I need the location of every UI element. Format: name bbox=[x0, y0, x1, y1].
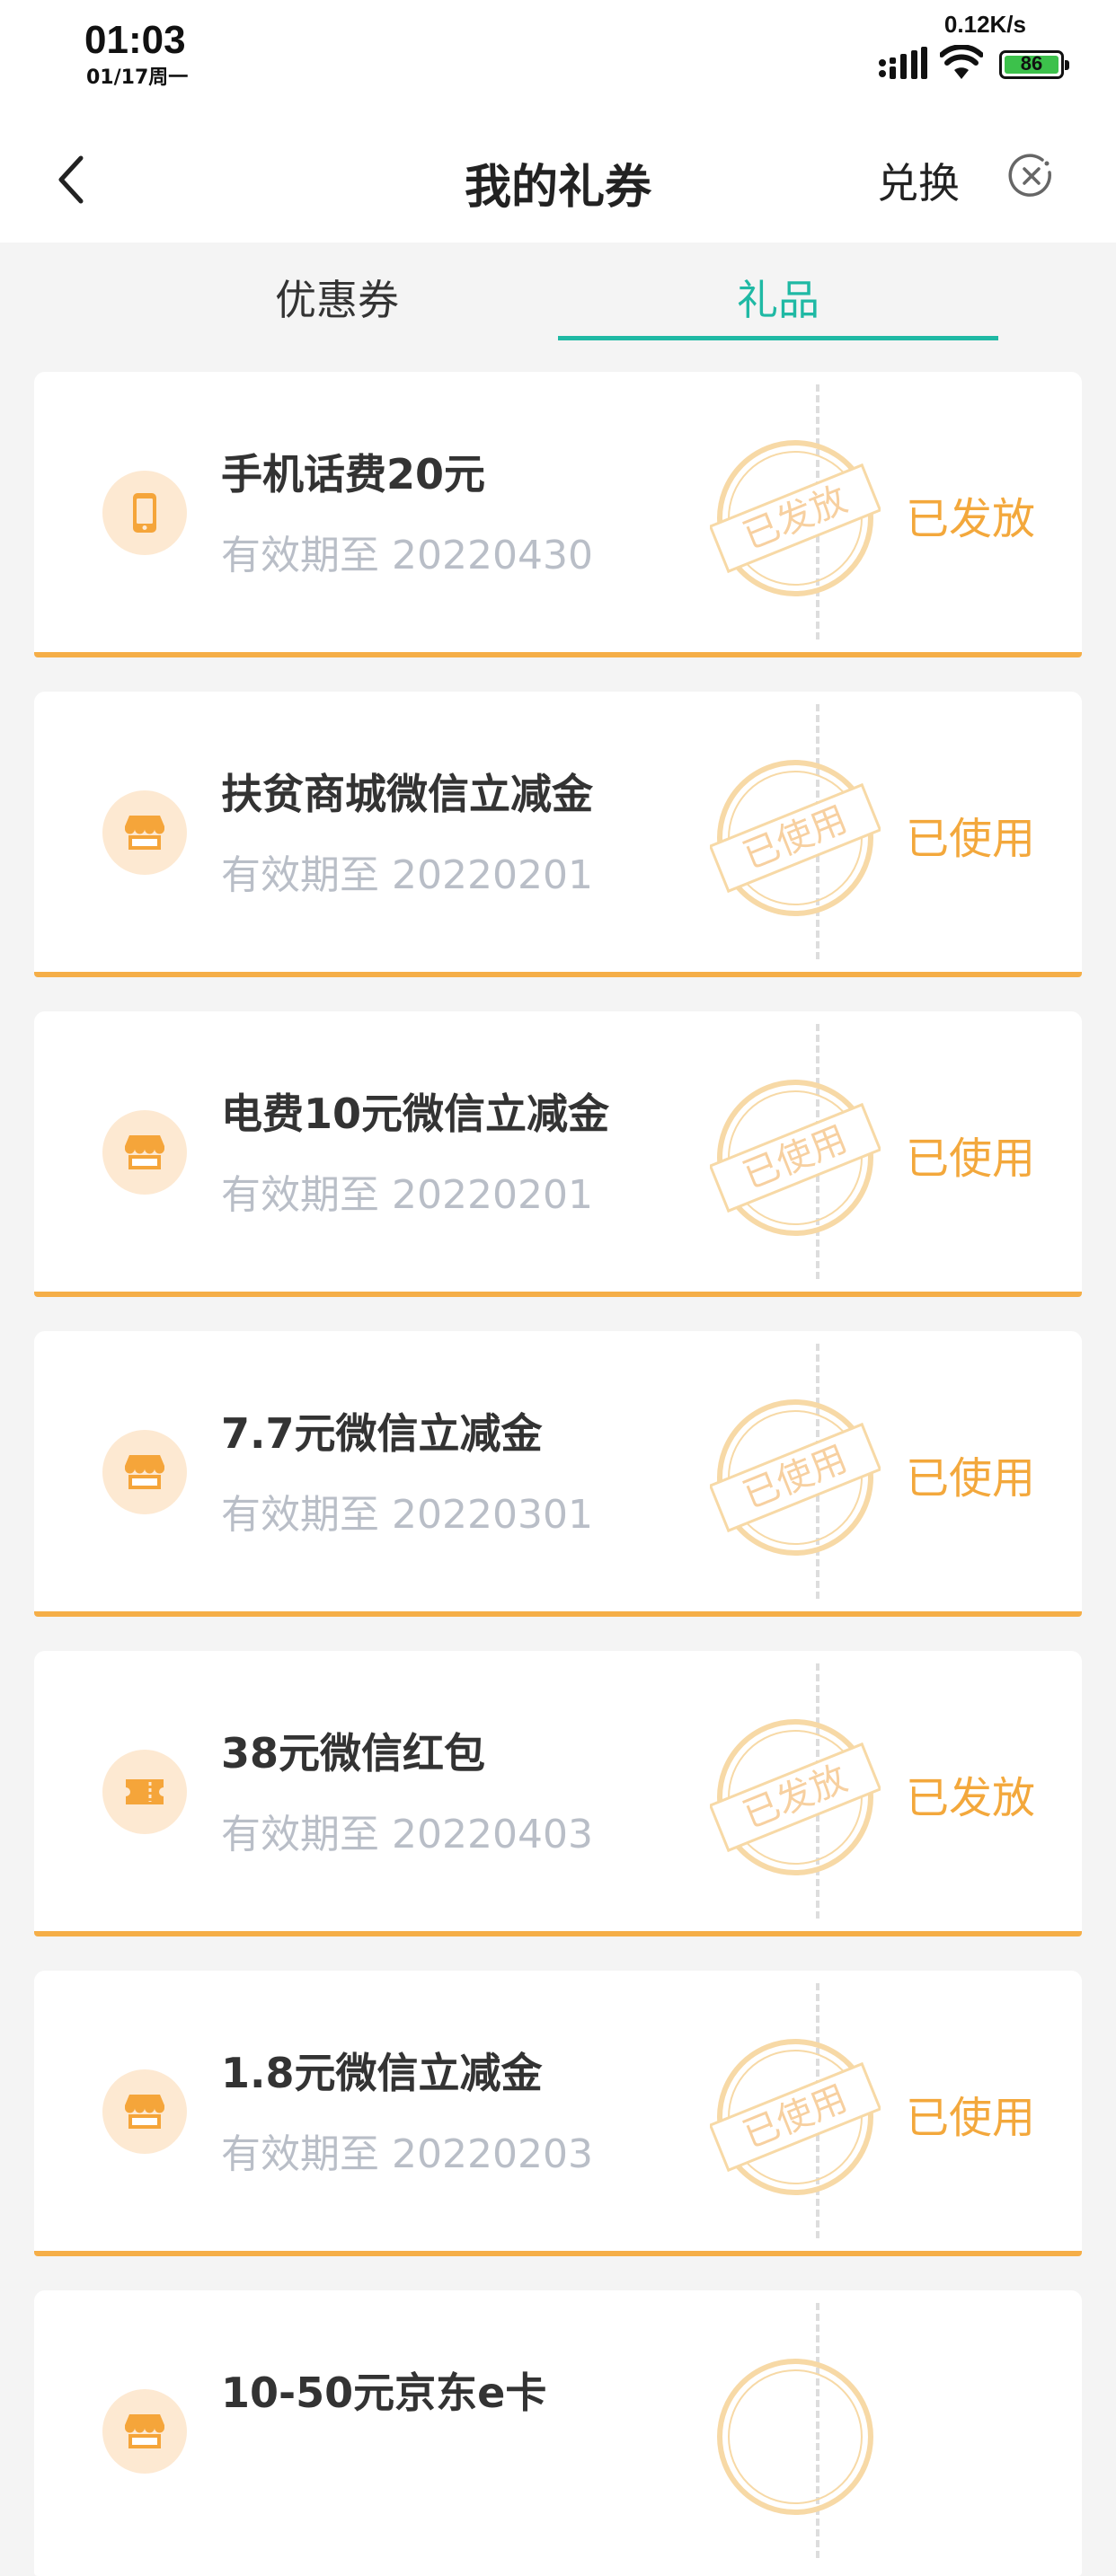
gift-status: 已发放 bbox=[906, 494, 1036, 544]
gift-name: 38元微信红包 bbox=[221, 1729, 486, 1778]
gift-name: 1.8元微信立减金 bbox=[221, 2049, 543, 2097]
gift-name: 7.7元微信立减金 bbox=[221, 1409, 543, 1458]
gift-status: 已使用 bbox=[906, 1134, 1036, 1184]
gift-status: 已使用 bbox=[906, 2093, 1036, 2143]
battery-level: 86 bbox=[1020, 52, 1043, 75]
tab-indicator bbox=[558, 336, 998, 340]
gift-validity: 有效期至 20220403 bbox=[221, 1812, 593, 1857]
wifi-icon bbox=[940, 45, 983, 79]
network-speed: 0.12K/s bbox=[943, 11, 1026, 38]
redeem-button[interactable]: 兑换 bbox=[877, 151, 960, 210]
stamp-used: 已使用 bbox=[710, 760, 881, 916]
gift-card[interactable]: 扶贫商城微信立减金 有效期至 20220201 已使用 已使用 bbox=[34, 692, 1082, 977]
stamp-partial bbox=[717, 2359, 873, 2515]
gift-name: 手机话费20元 bbox=[221, 450, 486, 498]
gift-status: 已使用 bbox=[906, 1453, 1036, 1504]
phone-icon bbox=[133, 493, 156, 533]
gift-card[interactable]: 1.8元微信立减金 有效期至 20220203 已使用 已使用 bbox=[34, 1971, 1082, 2256]
signal-icon bbox=[879, 47, 927, 79]
gift-validity: 有效期至 20220301 bbox=[221, 1492, 593, 1538]
stamp-issued: 已发放 bbox=[710, 1719, 881, 1875]
store-icon bbox=[125, 1135, 164, 1169]
close-icon[interactable] bbox=[1008, 153, 1055, 199]
tab-gifts[interactable]: 礼品 bbox=[558, 268, 998, 327]
tab-bar: 优惠券 礼品 bbox=[0, 243, 1116, 341]
gift-card[interactable]: 7.7元微信立减金 有效期至 20220301 已使用 已使用 bbox=[34, 1331, 1082, 1617]
gift-name: 扶贫商城微信立减金 bbox=[221, 770, 593, 818]
gift-status: 已使用 bbox=[906, 814, 1036, 864]
battery-icon: 86 bbox=[999, 50, 1069, 79]
gift-name: 10-50元京东e卡 bbox=[221, 2369, 547, 2417]
store-icon bbox=[125, 1455, 164, 1489]
stamp-used: 已使用 bbox=[710, 2039, 881, 2195]
gift-card[interactable]: 电费10元微信立减金 有效期至 20220201 已使用 已使用 bbox=[34, 1011, 1082, 1297]
status-date: 01/17周一 bbox=[86, 66, 189, 89]
gift-card[interactable]: 38元微信红包 有效期至 20220403 已发放 已发放 bbox=[34, 1651, 1082, 1936]
status-bar: 01:03 01/17周一 0.12K/s 86 bbox=[0, 0, 1116, 108]
stamp-used: 已使用 bbox=[710, 1080, 881, 1236]
gift-validity: 有效期至 20220201 bbox=[221, 852, 593, 898]
gift-validity: 有效期至 20220201 bbox=[221, 1172, 593, 1218]
store-icon bbox=[125, 2414, 164, 2448]
stamp-issued: 已发放 bbox=[710, 440, 881, 596]
ticket-icon bbox=[126, 1779, 164, 1804]
gift-validity: 有效期至 20220430 bbox=[221, 533, 593, 578]
store-icon bbox=[125, 2095, 164, 2129]
gift-status: 已发放 bbox=[906, 1773, 1036, 1823]
gift-card[interactable]: 手机话费20元 有效期至 20220430 已发放 已发放 bbox=[34, 372, 1082, 657]
gift-name: 电费10元微信立减金 bbox=[221, 1090, 610, 1138]
gift-validity: 有效期至 20220203 bbox=[221, 2131, 593, 2177]
store-icon bbox=[125, 816, 164, 850]
tab-coupons[interactable]: 优惠券 bbox=[117, 268, 557, 327]
stamp-used: 已使用 bbox=[710, 1399, 881, 1556]
status-time: 01:03 bbox=[84, 18, 186, 62]
nav-bar: 我的礼券 兑换 bbox=[0, 108, 1116, 243]
gift-card[interactable]: 10-50元京东e卡 bbox=[34, 2290, 1082, 2576]
